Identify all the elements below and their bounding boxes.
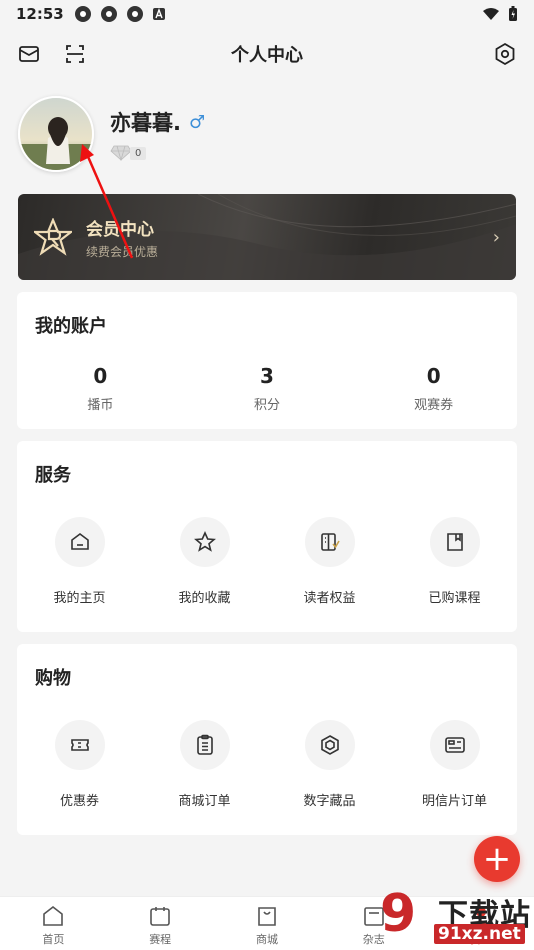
service-label: 读者权益 — [303, 591, 356, 606]
tab-mall[interactable]: 商城 — [214, 897, 321, 950]
app-notification-icon — [74, 6, 91, 22]
settings-icon[interactable] — [492, 41, 518, 67]
shopping-mall-orders[interactable]: 商城订单 — [142, 720, 267, 809]
vip-star-icon — [34, 218, 72, 256]
account-points[interactable]: 3 积分 — [184, 364, 351, 413]
scan-icon[interactable] — [62, 41, 88, 67]
order-icon — [196, 734, 213, 755]
service-my-homepage[interactable]: 我的主页 — [17, 517, 142, 606]
points-label: 积分 — [254, 398, 281, 413]
top-bar: 个人中心 — [0, 28, 534, 80]
account-coins[interactable]: 0 播币 — [17, 364, 184, 413]
service-label: 已购课程 — [428, 591, 481, 606]
tab-home[interactable]: 首页 — [0, 897, 107, 950]
postcard-icon — [444, 737, 465, 753]
a-notification-icon — [152, 8, 165, 20]
star-icon — [193, 531, 216, 552]
account-tickets[interactable]: 0 观赛券 — [350, 364, 517, 413]
shopping-label: 商城订单 — [178, 794, 231, 809]
level-badge[interactable]: 0 — [110, 145, 205, 161]
shopping-title: 购物 — [35, 668, 71, 689]
coins-value: 0 — [93, 364, 108, 388]
coins-label: 播币 — [87, 398, 114, 413]
tickets-label: 观赛券 — [414, 398, 454, 413]
mail-icon[interactable] — [16, 41, 42, 67]
home-tab-icon — [43, 905, 64, 926]
shopping-postcard-orders[interactable]: 明信片订单 — [392, 720, 517, 809]
coupon-icon — [70, 739, 89, 751]
app-notification-icon — [100, 6, 117, 22]
chevron-right-icon: › — [492, 226, 500, 248]
status-bar: 12:53 — [0, 0, 534, 28]
tab-schedule[interactable]: 赛程 — [107, 897, 214, 950]
status-time: 12:53 — [16, 5, 64, 23]
account-card: 我的账户 0 播币 3 积分 0 观赛券 — [17, 292, 517, 429]
watermark-url: 91xz.net — [434, 924, 525, 944]
schedule-tab-icon — [150, 907, 170, 926]
avatar[interactable] — [18, 96, 94, 172]
add-button[interactable]: + — [474, 836, 520, 882]
wifi-icon — [483, 8, 499, 20]
services-title: 服务 — [35, 465, 71, 486]
diamond-icon — [110, 145, 132, 161]
tab-label: 商城 — [255, 933, 278, 946]
battery-icon — [509, 6, 517, 21]
app-notification-icon — [126, 6, 143, 22]
profile-header: 亦暮暮. ♂ 0 — [0, 80, 534, 180]
shopping-label: 数字藏品 — [303, 794, 356, 809]
service-label: 我的收藏 — [178, 591, 231, 606]
tickets-value: 0 — [426, 364, 441, 388]
shopping-card: 购物 优惠券 商城订单 数字藏品 明信片订单 — [17, 644, 517, 835]
service-reader-rights[interactable]: 读者权益 — [267, 517, 392, 606]
service-my-favorites[interactable]: 我的收藏 — [142, 517, 267, 606]
user-name: 亦暮暮. — [110, 111, 181, 135]
male-gender-icon: ♂ — [188, 111, 206, 133]
account-title: 我的账户 — [35, 316, 107, 337]
shopping-coupons[interactable]: 优惠券 — [17, 720, 142, 809]
watermark-logo-icon: 9 — [380, 884, 417, 944]
services-card: 服务 我的主页 我的收藏 读者权益 已购课程 — [17, 441, 517, 632]
tab-label: 首页 — [42, 933, 65, 946]
mall-tab-icon — [258, 907, 276, 926]
service-purchased-courses[interactable]: 已购课程 — [392, 517, 517, 606]
shopping-label: 优惠券 — [59, 794, 99, 809]
digital-collection-icon — [320, 735, 339, 755]
purchased-course-icon — [446, 533, 463, 551]
level-value: 0 — [130, 146, 147, 160]
vip-center-banner[interactable]: 会员中心 续费会员优惠 › — [18, 194, 516, 280]
home-icon — [70, 533, 89, 550]
site-watermark: 9 下载站 91xz.net — [380, 884, 534, 950]
reader-rights-icon — [320, 533, 340, 551]
service-label: 我的主页 — [53, 591, 106, 606]
tab-label: 赛程 — [149, 933, 172, 946]
points-value: 3 — [260, 364, 274, 388]
vip-subtitle: 续费会员优惠 — [86, 244, 159, 259]
shopping-label: 明信片订单 — [421, 794, 487, 809]
vip-title: 会员中心 — [86, 219, 154, 240]
shopping-digital-collections[interactable]: 数字藏品 — [267, 720, 392, 809]
